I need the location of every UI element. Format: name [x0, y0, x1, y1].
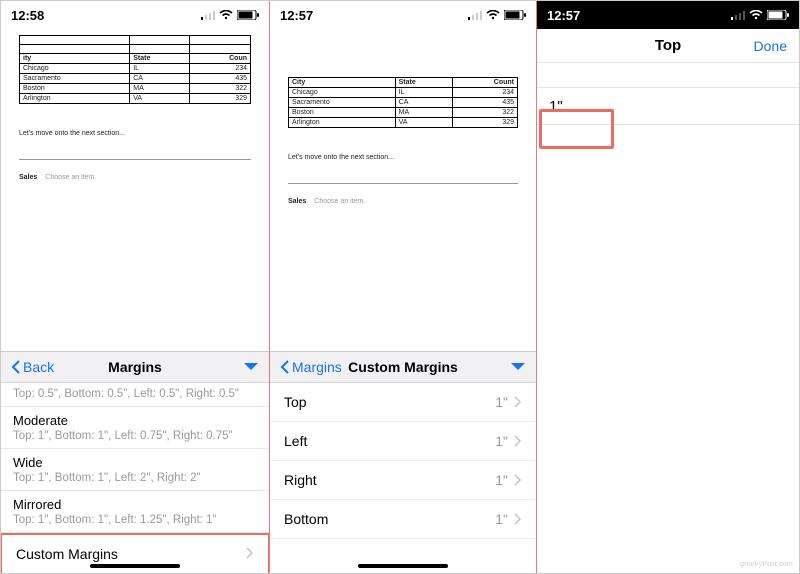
margin-row-right[interactable]: Right 1"	[270, 461, 536, 500]
battery-icon	[504, 10, 526, 20]
data-table: CityStateCount ChicagoIL234 SacramentoCA…	[288, 77, 518, 128]
th-city: ity	[20, 54, 130, 64]
back-button[interactable]: Margins	[280, 359, 342, 375]
sheet-header: Margins Custom Margins	[270, 351, 536, 383]
battery-icon	[767, 10, 789, 20]
chevron-down-icon	[510, 362, 526, 372]
chevron-down-icon	[243, 362, 259, 372]
sales-field: SalesChoose an item.	[288, 198, 518, 205]
status-icons	[468, 10, 526, 20]
chevron-right-icon	[514, 513, 522, 525]
clock: 12:57	[547, 8, 580, 23]
chevron-right-icon	[514, 396, 522, 408]
battery-icon	[237, 10, 259, 20]
th-state: State	[395, 78, 452, 88]
margin-option-moderate[interactable]: Moderate Top: 1", Bottom: 1", Left: 0.75…	[1, 407, 269, 449]
section-text: Let's move onto the next section...	[288, 154, 518, 161]
cellular-icon	[468, 10, 482, 20]
divider	[288, 183, 518, 184]
status-bar: 12:58	[1, 1, 269, 29]
done-button[interactable]: Done	[754, 38, 787, 54]
margin-row-top[interactable]: Top 1"	[270, 383, 536, 422]
dropdown-button[interactable]	[510, 359, 526, 375]
sheet-title: Margins	[108, 359, 162, 375]
status-bar: 12:57	[270, 1, 536, 29]
sales-field: SalesChoose an item.	[19, 174, 251, 181]
wifi-icon	[749, 10, 763, 20]
data-table: ityStateCoun ChicagoIL234 SacramentoCA43…	[19, 35, 251, 104]
editor-title: Top	[655, 37, 681, 54]
back-button[interactable]: Back	[11, 359, 54, 375]
chevron-right-icon	[514, 435, 522, 447]
status-icons	[201, 10, 259, 20]
pane-margins-list: 12:58 ityStateCoun ChicagoIL234 Sacramen…	[1, 1, 269, 573]
margin-value-input[interactable]: 1"	[537, 87, 799, 125]
sheet-header: Back Margins	[1, 351, 269, 383]
pane-custom-margins: 12:57 CityStateCount ChicagoIL234 Sacram…	[269, 1, 536, 573]
cellular-icon	[201, 10, 215, 20]
chevron-left-icon	[280, 359, 290, 375]
document-preview: CityStateCount ChicagoIL234 SacramentoCA…	[270, 29, 536, 205]
th-count: Count	[453, 78, 518, 88]
wifi-icon	[486, 10, 500, 20]
chevron-right-icon	[246, 546, 254, 562]
margin-row-bottom[interactable]: Bottom 1"	[270, 500, 536, 539]
chevron-left-icon	[11, 359, 21, 375]
status-icons	[731, 10, 789, 20]
document-preview: ityStateCoun ChicagoIL234 SacramentoCA43…	[1, 29, 269, 181]
wifi-icon	[219, 10, 233, 20]
sheet-title: Custom Margins	[348, 359, 458, 375]
margin-option-mirrored[interactable]: Mirrored Top: 1", Bottom: 1", Left: 1.25…	[1, 491, 269, 533]
margin-row-left[interactable]: Left 1"	[270, 422, 536, 461]
watermark: groovyPost.com	[740, 561, 793, 568]
th-city: City	[289, 78, 396, 88]
margin-option-clipped[interactable]: Top: 0.5", Bottom: 0.5", Left: 0.5", Rig…	[1, 383, 269, 407]
clock: 12:57	[280, 8, 313, 23]
margin-value-text: 1"	[549, 98, 563, 115]
chevron-right-icon	[514, 474, 522, 486]
th-count: Coun	[189, 54, 250, 64]
section-text: Let's move onto the next section...	[19, 130, 251, 137]
th-state: State	[130, 54, 189, 64]
clock: 12:58	[11, 8, 44, 23]
editor-top-bar: Top Done	[537, 29, 799, 63]
pane-top-editor: 12:57 Top Done 1" groovyPost.com	[536, 1, 799, 573]
margin-option-wide[interactable]: Wide Top: 1", Bottom: 1", Left: 2", Righ…	[1, 449, 269, 491]
dropdown-button[interactable]	[243, 359, 259, 375]
home-indicator	[90, 564, 180, 568]
status-bar: 12:57	[537, 1, 799, 29]
cellular-icon	[731, 10, 745, 20]
divider	[19, 159, 251, 160]
home-indicator	[358, 564, 448, 568]
